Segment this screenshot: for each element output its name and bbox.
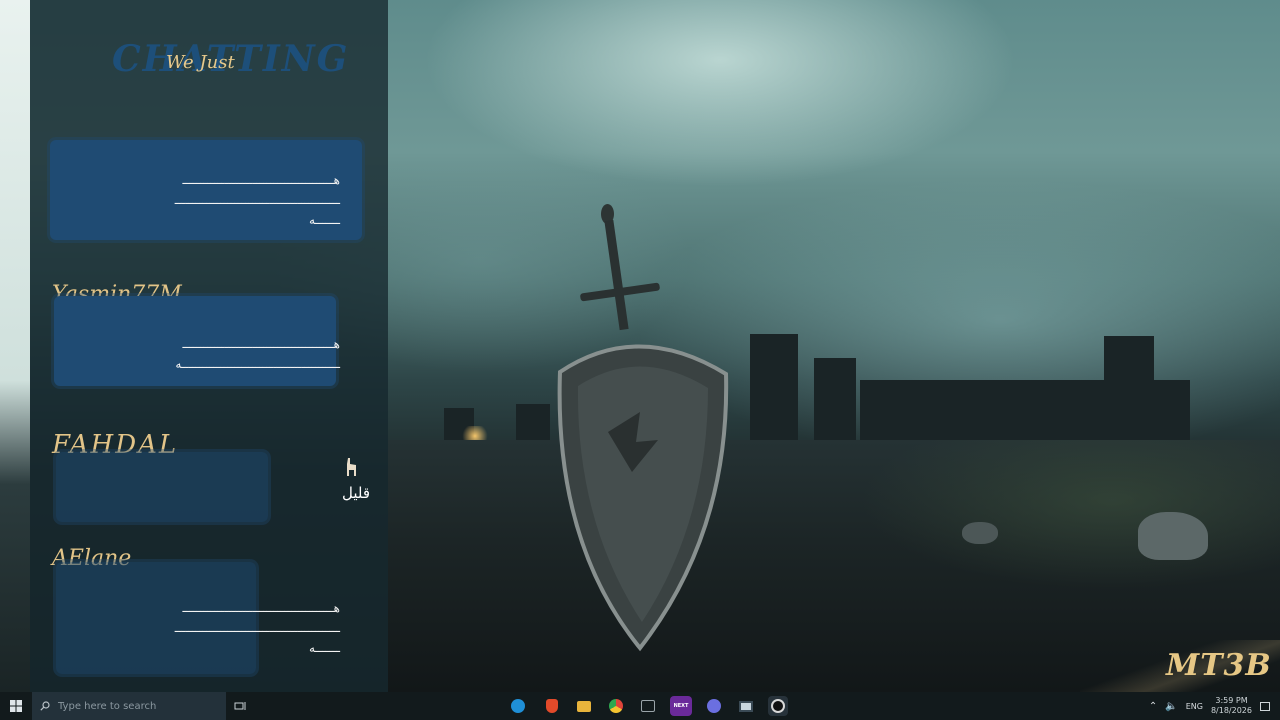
discord-icon	[707, 699, 721, 713]
message-text: قليل	[341, 484, 370, 502]
taskbar-app-next[interactable]: NEXT	[670, 696, 692, 716]
windows-logo-icon	[10, 700, 22, 712]
tray-chevron-up-icon[interactable]: ⌃	[1149, 701, 1157, 712]
message-text: هـــــــــــــــــــــــــــــــــــــــ…	[175, 337, 341, 371]
search-placeholder: Type here to search	[58, 700, 157, 712]
castle-tower	[750, 334, 798, 454]
taskbar-app-file-explorer[interactable]	[574, 696, 594, 716]
clock-time: 3:59 PM	[1215, 696, 1248, 705]
obs-icon	[771, 699, 785, 713]
message-text: هـــــــــــــــــــــــــــــــــــــــ…	[174, 601, 341, 655]
task-view-icon	[234, 702, 246, 710]
volume-icon[interactable]: 🔈	[1165, 701, 1177, 712]
taskbar-app-edge[interactable]	[508, 696, 528, 716]
wallpaper-edge	[0, 0, 30, 692]
window-app-icon	[739, 700, 753, 712]
rock	[962, 522, 998, 544]
chrome-icon	[609, 699, 623, 713]
taskbar-app-chrome[interactable]	[606, 696, 626, 716]
taskbar-app-xbox[interactable]	[638, 696, 658, 716]
chat-overlay-panel: CHATTING We Just هــــــــــــــــــــــ…	[30, 0, 388, 720]
message-bubble	[56, 452, 268, 522]
notification-icon[interactable]	[1260, 701, 1270, 711]
clock-date: 8/18/2026	[1210, 706, 1252, 715]
chat-room-logo: We Just	[166, 52, 235, 73]
message-text: هـــــــــــــــــــــــــــــــــــــــ…	[174, 173, 341, 227]
taskbar-app-brave[interactable]	[542, 696, 562, 716]
rock	[1138, 512, 1208, 560]
next-app-label: NEXT	[673, 703, 689, 709]
task-view-button[interactable]	[230, 692, 250, 720]
shield-icon	[557, 344, 729, 652]
castle-tower	[1104, 336, 1154, 416]
grass-patch	[860, 440, 1280, 590]
edge-icon	[511, 699, 525, 713]
language-indicator[interactable]: ENG	[1186, 702, 1203, 711]
taskbar-app-window[interactable]	[736, 696, 756, 716]
taskbar-app-discord[interactable]	[704, 696, 724, 716]
taskbar-app-obs[interactable]	[768, 696, 788, 716]
brave-icon	[546, 699, 558, 713]
wallpaper-signature: MT3B	[1166, 648, 1272, 683]
taskbar-search-box[interactable]: Type here to search	[32, 692, 226, 720]
file-explorer-icon	[577, 700, 591, 712]
system-tray: ⌃ 🔈 ENG 3:59 PM 8/18/2026	[1149, 692, 1280, 720]
start-button[interactable]	[0, 692, 32, 720]
clock[interactable]: 3:59 PM 8/18/2026	[1211, 696, 1252, 716]
sword-blade	[604, 219, 629, 331]
search-icon	[40, 701, 50, 711]
llama-emoji-icon	[347, 458, 356, 476]
xbox-app-icon	[641, 700, 655, 712]
taskbar: Type here to search NEXT ⌃ 🔈 ENG 3:59 PM…	[0, 692, 1280, 720]
